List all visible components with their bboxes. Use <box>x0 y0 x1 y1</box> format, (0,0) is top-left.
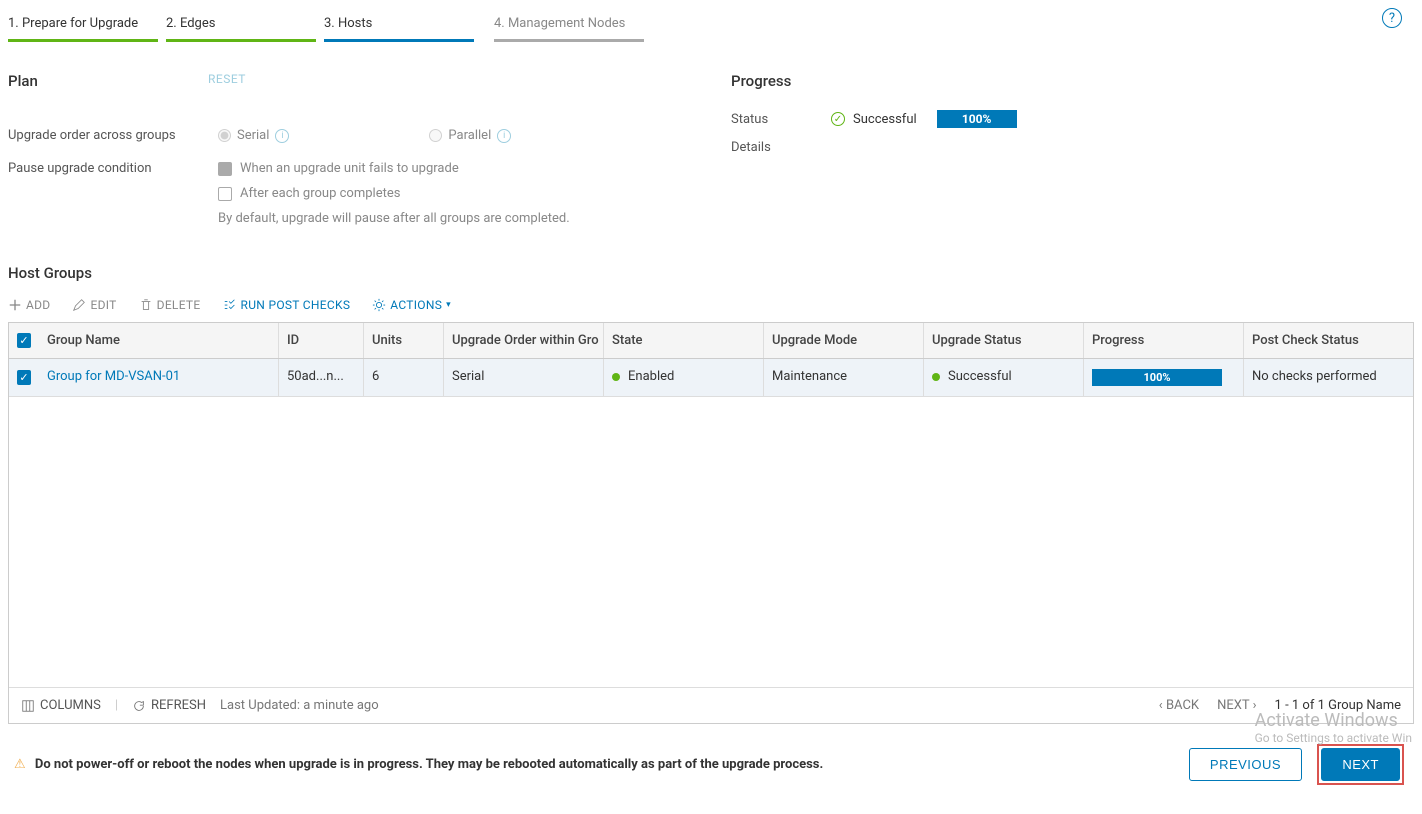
checklist-icon <box>223 298 237 312</box>
cell-mode: Maintenance <box>764 359 924 396</box>
plan-title: Plan <box>8 72 38 90</box>
radio-serial[interactable]: Serial i <box>218 128 289 143</box>
cell-order: Serial <box>444 359 604 396</box>
step-hosts[interactable]: 3. Hosts <box>324 8 474 42</box>
pause-note: By default, upgrade will pause after all… <box>218 211 570 226</box>
table-row[interactable]: ✓ Group for MD-VSAN-01 50ad...n... 6 Ser… <box>9 359 1413 397</box>
delete-button[interactable]: DELETE <box>139 298 201 312</box>
warning-message: ⚠ Do not power-off or reboot the nodes w… <box>14 757 823 772</box>
page-count: 1 - 1 of 1 Group Name <box>1275 698 1401 713</box>
reset-link[interactable]: RESET <box>208 72 246 86</box>
info-icon[interactable]: i <box>497 129 511 143</box>
trash-icon <box>139 298 153 312</box>
details-label: Details <box>731 140 831 155</box>
last-updated: Last Updated: a minute ago <box>220 698 379 713</box>
radio-serial-input[interactable] <box>218 129 231 142</box>
actions-dropdown[interactable]: ACTIONS ▾ <box>372 298 451 312</box>
wizard-steps: 1. Prepare for Upgrade 2. Edges 3. Hosts… <box>0 0 1422 42</box>
checkbox-disabled-icon <box>218 162 232 176</box>
plus-icon <box>8 298 22 312</box>
info-icon[interactable]: i <box>275 129 289 143</box>
edit-button[interactable]: EDIT <box>72 298 116 312</box>
upgrade-order-label: Upgrade order across groups <box>8 128 218 143</box>
overall-progress-bar: 100% <box>937 110 1017 128</box>
group-name-link[interactable]: Group for MD-VSAN-01 <box>47 369 180 384</box>
step-edges[interactable]: 2. Edges <box>166 8 316 42</box>
page-back[interactable]: ‹ BACK <box>1159 698 1199 713</box>
step-mgmt-nodes[interactable]: 4. Management Nodes <box>494 8 644 42</box>
page-next[interactable]: NEXT › <box>1217 698 1256 713</box>
refresh-button[interactable]: REFRESH <box>132 698 206 713</box>
select-all-checkbox[interactable]: ✓ <box>17 333 31 348</box>
cell-units: 6 <box>364 359 444 396</box>
col-state[interactable]: State <box>604 323 764 358</box>
row-checkbox[interactable]: ✓ <box>17 370 31 385</box>
col-units[interactable]: Units <box>364 323 444 358</box>
radio-parallel[interactable]: Parallel i <box>429 128 511 143</box>
row-progress-bar: 100% <box>1092 369 1222 386</box>
cell-id: 50ad...n... <box>279 359 364 396</box>
col-group-name[interactable]: Group Name <box>39 323 279 358</box>
table-footer: COLUMNS | REFRESH Last Updated: a minute… <box>9 687 1413 723</box>
add-button[interactable]: ADD <box>8 298 50 312</box>
status-value: Successful <box>853 112 917 127</box>
gear-icon <box>372 298 386 312</box>
columns-button[interactable]: COLUMNS <box>21 698 101 713</box>
help-icon[interactable]: ? <box>1382 8 1402 28</box>
progress-title: Progress <box>731 72 1414 90</box>
bottom-bar: ⚠ Do not power-off or reboot the nodes w… <box>0 724 1422 795</box>
cell-upgrade-status: Successful <box>924 359 1084 396</box>
cell-state: Enabled <box>604 359 764 396</box>
col-upgrade-mode[interactable]: Upgrade Mode <box>764 323 924 358</box>
refresh-icon <box>132 699 146 713</box>
pencil-icon <box>72 298 86 312</box>
pause-opt-group[interactable]: After each group completes <box>218 186 570 201</box>
status-dot-icon <box>612 373 620 381</box>
pause-condition-label: Pause upgrade condition <box>8 161 218 226</box>
previous-button[interactable]: PREVIOUS <box>1189 748 1302 781</box>
step-prepare[interactable]: 1. Prepare for Upgrade <box>8 8 158 42</box>
col-upgrade-status[interactable]: Upgrade Status <box>924 323 1084 358</box>
check-circle-icon: ✓ <box>831 112 845 126</box>
radio-parallel-input[interactable] <box>429 129 442 142</box>
host-groups-toolbar: ADD EDIT DELETE RUN POST CHECKS ACTIONS … <box>0 294 1422 322</box>
columns-icon <box>21 699 35 713</box>
cell-post-check: No checks performed <box>1244 359 1413 396</box>
col-upgrade-order[interactable]: Upgrade Order within Gro <box>444 323 604 358</box>
host-groups-table: ✓ Group Name ID Units Upgrade Order with… <box>8 322 1414 724</box>
status-dot-icon <box>932 373 940 381</box>
next-button-highlight: NEXT <box>1317 744 1404 785</box>
warning-icon: ⚠ <box>14 757 26 772</box>
progress-section: Progress Status ✓ Successful 100% Detail… <box>731 72 1414 244</box>
chevron-down-icon: ▾ <box>446 300 451 310</box>
plan-section: Plan RESET Upgrade order across groups S… <box>8 72 691 244</box>
col-id[interactable]: ID <box>279 323 364 358</box>
table-header: ✓ Group Name ID Units Upgrade Order with… <box>9 323 1413 359</box>
status-label: Status <box>731 112 831 127</box>
col-progress[interactable]: Progress <box>1084 323 1244 358</box>
pause-opt-fail[interactable]: When an upgrade unit fails to upgrade <box>218 161 570 176</box>
next-button[interactable]: NEXT <box>1321 748 1400 781</box>
run-post-checks-button[interactable]: RUN POST CHECKS <box>223 298 351 312</box>
host-groups-title: Host Groups <box>0 254 1422 294</box>
table-empty-space <box>9 397 1413 687</box>
cell-progress: 100% <box>1084 359 1244 396</box>
checkbox-empty-icon <box>218 187 232 201</box>
col-post-check[interactable]: Post Check Status <box>1244 323 1413 358</box>
